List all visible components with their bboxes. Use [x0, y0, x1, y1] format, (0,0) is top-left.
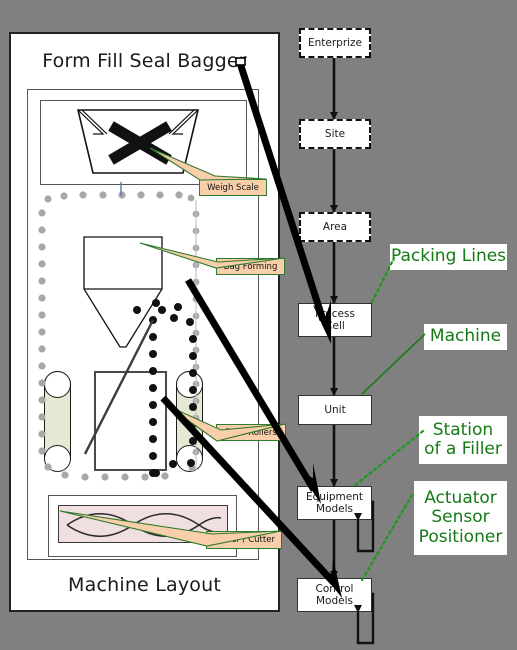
node-label-line2: Models — [316, 595, 353, 607]
node-label: Site — [324, 127, 346, 140]
node-process-cell[interactable]: Process Cell — [298, 303, 372, 337]
annotation-line: Positioner — [418, 526, 503, 547]
node-label-line2: Models — [316, 503, 353, 515]
node-label: Enterprize — [307, 36, 363, 49]
annotation-line: Packing Lines — [390, 246, 507, 267]
node-control-models[interactable]: Control Models — [297, 578, 372, 612]
machine-outer-frame — [27, 89, 259, 560]
callout-weigh-scale[interactable]: Weigh Scale — [199, 179, 267, 196]
node-equipment-models[interactable]: Equipment Models — [297, 486, 372, 520]
node-site[interactable]: Site — [299, 119, 371, 149]
node-label: Unit — [324, 403, 346, 416]
roller-cap — [43, 444, 71, 472]
weigh-scale-frame — [40, 100, 247, 185]
annotation-packing-lines[interactable]: Packing Lines — [390, 244, 507, 270]
roller-cap — [43, 370, 71, 398]
roller-cap — [175, 370, 203, 398]
annotation-machine[interactable]: Machine — [424, 324, 507, 350]
roller-cap — [175, 444, 203, 472]
callout-label: Feed Rollers — [225, 427, 277, 438]
feed-roller-left — [43, 370, 71, 472]
mapping-arrowheads — [299, 300, 342, 598]
callout-label: Weigh Scale — [207, 182, 259, 193]
seal-wave-icon — [66, 513, 222, 537]
machine-layout-panel: Form Fill Seal Bagger Machine Layout — [9, 32, 280, 612]
callout-sealer-cutter[interactable]: Sealer / Cutter — [206, 531, 282, 549]
node-label: Area — [322, 220, 348, 233]
weigh-hopper-icon — [76, 109, 200, 174]
annotation-line: Actuator — [424, 488, 497, 509]
diagram-root: Form Fill Seal Bagger Machine Layout Wei… — [0, 0, 517, 650]
bag-forming-funnel-icon — [83, 236, 163, 348]
node-label-line1: Process — [315, 307, 355, 320]
node-unit[interactable]: Unit — [298, 395, 372, 425]
annotation-line: Machine — [429, 326, 502, 347]
feed-roller-right — [175, 370, 203, 472]
node-enterprize[interactable]: Enterprize — [299, 28, 371, 58]
leader-station-of-a-filler — [351, 429, 425, 489]
annotation-actuator-sensor-positioner[interactable]: Actuator Sensor Positioner — [414, 481, 507, 555]
leader-machine — [361, 333, 426, 395]
callout-label: Bag Forming — [223, 261, 278, 272]
annotation-line: of a Filler — [424, 439, 502, 459]
panel-footer-title: Machine Layout — [68, 574, 221, 596]
callout-feed-rollers[interactable]: Feed Rollers — [216, 424, 286, 441]
sealer-cutter-element — [58, 505, 228, 543]
annotation-line: Sensor — [431, 507, 490, 528]
callout-label: Sealer / Cutter — [213, 535, 275, 545]
node-label-line2: Cell — [325, 320, 345, 332]
node-area[interactable]: Area — [299, 212, 371, 242]
node-label-line1: Equipment — [306, 490, 363, 503]
annotation-line: Station — [432, 419, 494, 440]
annotation-station-of-a-filler[interactable]: Station of a Filler — [419, 416, 507, 464]
callout-bag-forming[interactable]: Bag Forming — [216, 258, 285, 275]
page-title: Form Fill Seal Bagger — [42, 50, 247, 72]
bag-body — [94, 371, 167, 471]
node-label-line1: Control — [315, 582, 354, 595]
